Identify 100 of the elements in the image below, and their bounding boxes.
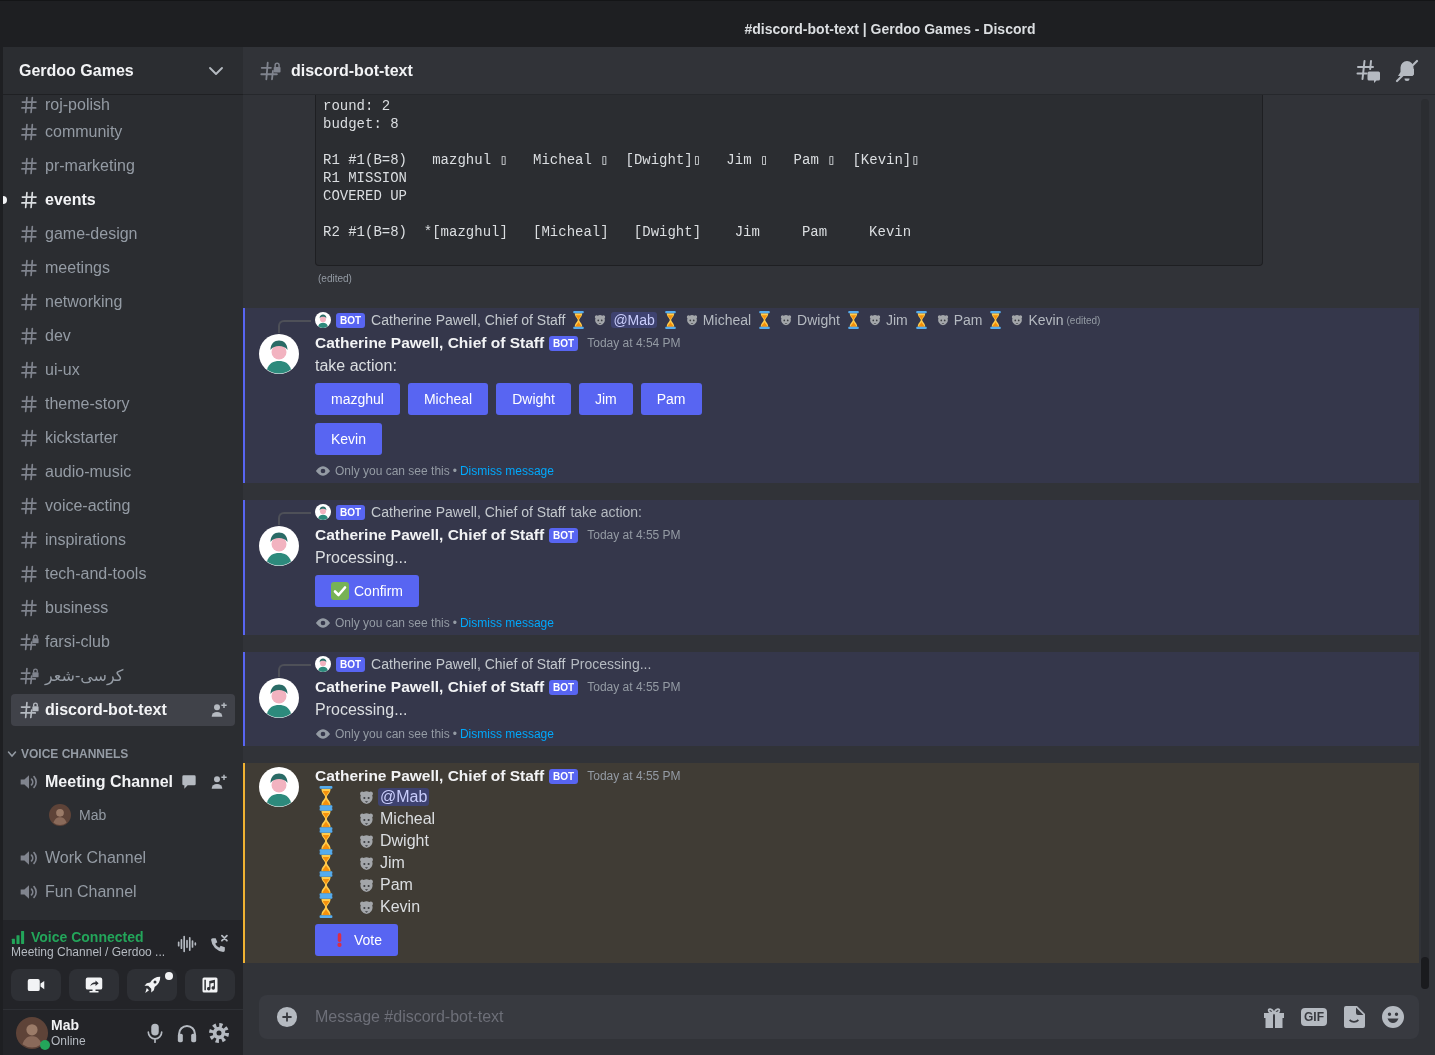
gift-icon[interactable] xyxy=(1262,1005,1286,1029)
user-avatar[interactable] xyxy=(16,1016,48,1049)
bot-avatar[interactable] xyxy=(259,767,299,807)
bell-slash-icon[interactable] xyxy=(1395,58,1419,83)
author-name[interactable]: Catherine Pawell, Chief of Staff xyxy=(315,526,545,544)
voice-channel-item[interactable]: Meeting Channel xyxy=(11,766,235,798)
check-mark-icon xyxy=(331,582,349,600)
bot-tag: BOT xyxy=(549,335,579,351)
dismiss-link[interactable]: Dismiss message xyxy=(459,464,554,478)
category-header[interactable]: VOICE CHANNELS xyxy=(7,744,235,764)
bot-tag: BOT xyxy=(549,679,579,695)
channel-item[interactable]: voice-acting xyxy=(11,490,235,522)
voter-name: Micheal xyxy=(702,312,752,328)
reply-author[interactable]: Catherine Pawell, Chief of Staff xyxy=(371,504,566,520)
user-avatar xyxy=(49,804,71,826)
action-button[interactable]: Vote xyxy=(315,924,399,956)
user-mention[interactable]: @Mab xyxy=(611,312,657,328)
bot-avatar[interactable] xyxy=(259,526,299,566)
phone-disconnect-icon[interactable] xyxy=(209,934,229,954)
channel-item[interactable]: pr-marketing xyxy=(11,150,235,182)
channel-item[interactable]: kickstarter xyxy=(11,422,235,454)
channel-item[interactable]: dev xyxy=(11,320,235,352)
dismiss-link[interactable]: Dismiss message xyxy=(459,727,554,741)
code-line: R1 MISSION xyxy=(323,169,407,187)
reply-text[interactable]: take action: xyxy=(570,504,642,520)
scrollbar-track[interactable] xyxy=(1421,99,1429,989)
message-field[interactable]: Message #discord-bot-text GIF xyxy=(259,995,1419,1039)
action-button[interactable]: Dwight xyxy=(496,383,571,415)
reply-line xyxy=(278,512,311,525)
voice-channel-item[interactable]: Work Channel xyxy=(11,842,235,874)
reply-text[interactable]: Processing... xyxy=(570,656,652,672)
channel-item[interactable]: community xyxy=(11,116,235,148)
voice-member[interactable]: Mab xyxy=(11,798,235,832)
channel-item[interactable]: game-design xyxy=(11,218,235,250)
eye-icon xyxy=(315,726,331,742)
emoji-picker-icon[interactable] xyxy=(1381,1005,1405,1029)
emoji-icon xyxy=(685,314,698,326)
channel-item[interactable]: کرسی-شعر xyxy=(11,660,235,692)
bot-avatar[interactable] xyxy=(259,334,299,374)
bot-avatar[interactable] xyxy=(315,656,331,672)
dismiss-link[interactable]: Dismiss message xyxy=(459,616,554,630)
gif-button[interactable]: GIF xyxy=(1301,1008,1327,1026)
camera-button[interactable] xyxy=(11,969,61,1001)
voter-name: Kevin xyxy=(380,898,421,916)
voter-name: Micheal xyxy=(380,810,436,828)
settings-icon[interactable] xyxy=(209,1022,229,1043)
action-button[interactable]: mazghul xyxy=(315,383,400,415)
channel-item[interactable]: discord-bot-text xyxy=(11,694,235,726)
channel-item[interactable]: roj-polish xyxy=(11,96,235,114)
channel-item[interactable]: meetings xyxy=(11,252,235,284)
emoji-icon xyxy=(359,855,374,871)
hourglass-icon xyxy=(319,874,333,896)
person-plus-icon[interactable] xyxy=(211,702,227,718)
channel-item[interactable]: tech-and-tools xyxy=(11,558,235,590)
headphones-icon[interactable] xyxy=(177,1022,197,1043)
action-button[interactable]: Jim xyxy=(578,383,633,415)
voice-channel-item[interactable]: Fun Channel xyxy=(11,876,235,908)
microphone-icon[interactable] xyxy=(145,1022,165,1043)
action-button[interactable]: Kevin xyxy=(315,423,383,455)
emoji-icon xyxy=(868,314,881,326)
action-button[interactable]: Pam xyxy=(640,383,702,415)
chat-bubble-icon[interactable] xyxy=(181,774,197,790)
sticker-icon[interactable] xyxy=(1342,1005,1366,1029)
waveform-icon[interactable] xyxy=(177,934,197,954)
bot-avatar[interactable] xyxy=(315,504,331,520)
activity-button[interactable] xyxy=(127,969,177,1001)
scrollbar-thumb[interactable] xyxy=(1421,957,1429,989)
voice-status-text: Voice Connected xyxy=(31,929,144,945)
channel-item[interactable]: farsi-club xyxy=(11,626,235,658)
emoji-icon xyxy=(780,314,793,326)
reply-line xyxy=(278,664,311,677)
person-plus-icon[interactable] xyxy=(211,774,227,790)
channel-item[interactable]: theme-story xyxy=(11,388,235,420)
reply-author[interactable]: Catherine Pawell, Chief of Staff xyxy=(371,312,566,328)
plus-icon[interactable] xyxy=(276,1006,298,1028)
channel-item[interactable]: business xyxy=(11,592,235,624)
screen-share-button[interactable] xyxy=(69,969,119,1001)
author-name[interactable]: Catherine Pawell, Chief of Staff xyxy=(315,334,545,352)
user-mention[interactable]: @Mab xyxy=(378,788,430,806)
code-line: COVERED UP xyxy=(323,187,407,205)
soundboard-button[interactable] xyxy=(185,969,235,1001)
bot-avatar[interactable] xyxy=(259,678,299,718)
author-name[interactable]: Catherine Pawell, Chief of Staff xyxy=(315,767,545,785)
channel-item[interactable]: ui-ux xyxy=(11,354,235,386)
threads-icon[interactable] xyxy=(1356,58,1380,83)
exclamation-icon xyxy=(336,932,343,948)
bot-avatar[interactable] xyxy=(315,312,331,328)
channel-item[interactable]: events xyxy=(11,184,235,216)
hourglass-icon xyxy=(990,311,1002,329)
channel-item[interactable]: networking xyxy=(11,286,235,318)
channel-item[interactable]: audio-music xyxy=(11,456,235,488)
separator-dot: • xyxy=(452,616,457,630)
author-name[interactable]: Catherine Pawell, Chief of Staff xyxy=(315,678,545,696)
emoji-icon xyxy=(1011,314,1024,326)
action-button[interactable]: Micheal xyxy=(407,383,489,415)
reply-author[interactable]: Catherine Pawell, Chief of Staff xyxy=(371,656,566,672)
edited-label: (edited) xyxy=(1066,314,1101,326)
action-button[interactable]: Confirm xyxy=(315,575,419,607)
voice-location-link[interactable]: Meeting Channel / Gerdoo ... xyxy=(11,945,166,959)
channel-item[interactable]: inspirations xyxy=(11,524,235,556)
